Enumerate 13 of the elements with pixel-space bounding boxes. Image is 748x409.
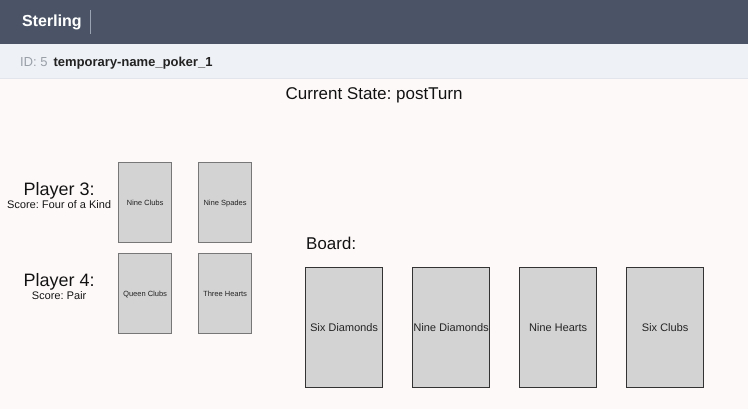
- player-name: Player 4:: [23, 270, 95, 290]
- state-title: Current State: postTurn: [284, 84, 464, 104]
- instance-name: temporary-name_poker_1: [53, 54, 212, 68]
- player-name: Player 3:: [23, 178, 95, 198]
- playing-card: Nine Diamonds: [412, 267, 490, 388]
- playing-card: Nine Hearts: [519, 267, 597, 388]
- player-score: Score: Pair: [32, 290, 86, 302]
- instance-id: ID: 5: [20, 54, 48, 68]
- playing-card: Six Clubs: [626, 267, 704, 388]
- playing-card: Six Diamonds: [305, 267, 383, 388]
- app-title: Sterling: [22, 10, 91, 34]
- player-score: Score: Four of a Kind: [7, 198, 111, 210]
- board-label: Board:: [306, 234, 358, 254]
